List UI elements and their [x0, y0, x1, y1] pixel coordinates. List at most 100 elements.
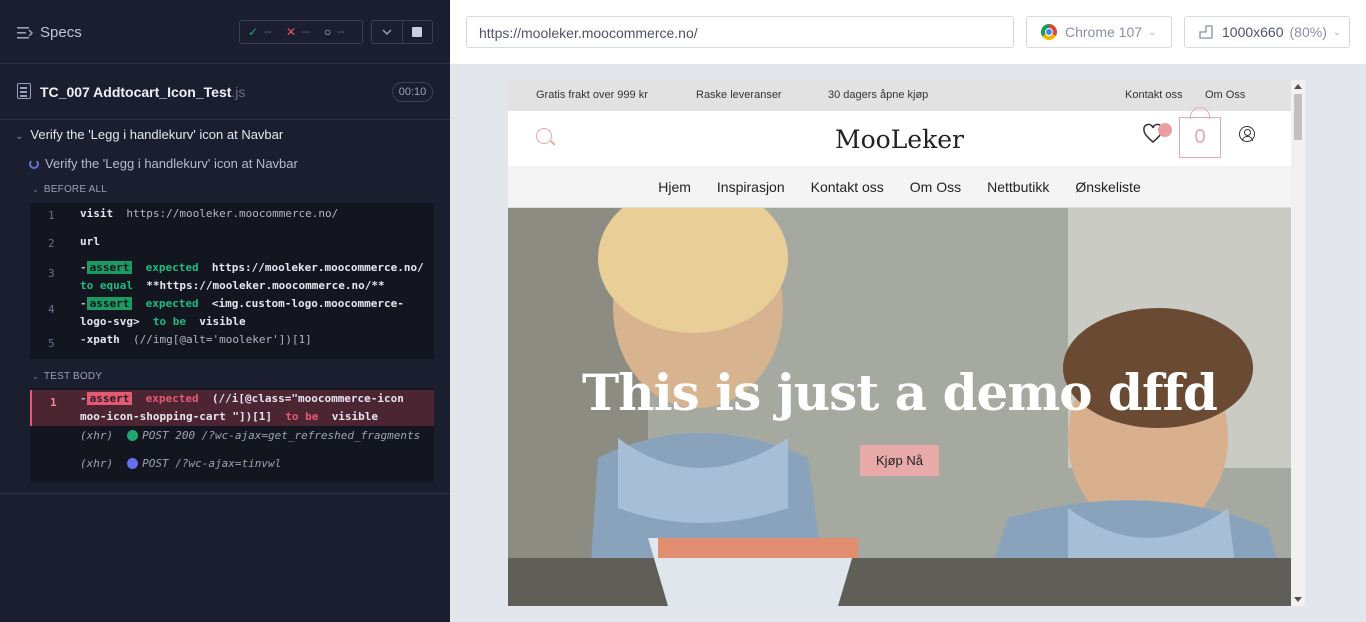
topbar-link-about[interactable]: Om Oss	[1205, 89, 1245, 101]
nav-item-about[interactable]: Om Oss	[910, 179, 961, 195]
hero-banner: This is just a demo dffd Kjøp Nå	[508, 208, 1291, 606]
passed-count: --	[264, 26, 272, 38]
frame-scrollbar[interactable]	[1291, 80, 1305, 606]
divider	[0, 119, 450, 120]
url-bar[interactable]: https://mooleker.moocommerce.no/	[466, 16, 1014, 48]
command-name: visit	[80, 207, 114, 220]
spec-file-name: TC_007 Addtocart_Icon_Test.js	[40, 84, 245, 100]
assert-value: logo-svg>	[80, 315, 140, 328]
user-icon[interactable]	[1239, 126, 1255, 142]
test-title-text: Verify the 'Legg i handlekurv' icon at N…	[45, 156, 298, 171]
assert-line-2: to equal **https://mooleker.moocommerce.…	[80, 279, 385, 292]
chevron-down-icon	[382, 29, 392, 35]
chevron-down-icon: ⌄	[1332, 26, 1342, 38]
topbar-link-contact[interactable]: Kontakt oss	[1125, 89, 1182, 101]
viewport-info[interactable]: 1000x660 (80%) ⌄	[1184, 16, 1350, 48]
site-topbar: Gratis frakt over 999 kr Raske leveranse…	[508, 80, 1291, 111]
stop-icon	[412, 27, 423, 37]
scroll-up-icon[interactable]	[1294, 84, 1302, 89]
assert-pill: assert	[86, 261, 133, 274]
pending-count: --	[337, 26, 345, 38]
before-all-hook[interactable]: ⌄ BEFORE ALL	[32, 184, 107, 195]
x-icon: ✕	[286, 25, 297, 39]
file-icon	[17, 83, 31, 99]
nav-item-contact[interactable]: Kontakt oss	[811, 179, 884, 195]
browser-selector[interactable]: Chrome 107 ⌄	[1026, 16, 1172, 48]
status-dot-icon	[127, 430, 139, 441]
chevron-down-icon: ⌄	[1148, 26, 1157, 38]
test-title[interactable]: Verify the 'Legg i handlekurv' icon at N…	[29, 156, 298, 171]
run-controls	[371, 20, 433, 44]
viewport-scale: (80%)	[1289, 24, 1327, 40]
xhr-text: POST 200 /?wc-ajax=get_refreshed_fragmen…	[142, 429, 421, 442]
command-row[interactable]: 4 - assert expected <img.custom-logo.mooc…	[30, 297, 434, 333]
line-number: 3	[48, 267, 55, 280]
test-body-hook[interactable]: ⌄ TEST BODY	[32, 371, 102, 382]
xhr-tag: (xhr)	[80, 429, 114, 442]
status-dot-icon	[127, 458, 139, 469]
failed-command-row[interactable]: 1 - assert expected (//i[@class="moocomme…	[30, 390, 434, 426]
line-number: 5	[48, 337, 55, 350]
xhr-text: POST /?wc-ajax=tinvwl	[142, 457, 282, 470]
test-stats: ✓ -- ✕ -- ○ --	[239, 20, 363, 44]
assert-keyword: expected	[145, 261, 199, 274]
running-spinner-icon	[29, 158, 39, 169]
command-arg: https://mooleker.moocommerce.no/	[126, 207, 339, 220]
site-header: MooLeker 0	[508, 107, 1291, 166]
topbar-returns: 30 dagers åpne kjøp	[828, 89, 929, 101]
nav-item-inspiration[interactable]: Inspirasjon	[717, 179, 785, 195]
viewport-size: 1000x660	[1222, 24, 1284, 40]
assert-keyword: expected	[145, 297, 199, 310]
assert-keyword: expected	[145, 392, 199, 405]
line-number: 4	[48, 303, 55, 316]
xhr-tag: (xhr)	[80, 457, 114, 470]
command-row[interactable]: 3 - assert expected https://mooleker.mooc…	[30, 261, 434, 297]
command-row[interactable]: 1 visit https://mooleker.moocommerce.no/	[30, 205, 434, 227]
specs-button-label[interactable]: Specs	[40, 24, 82, 41]
hero-title: This is just a demo dffd	[582, 363, 1218, 422]
pending-stat: ○ --	[316, 25, 354, 39]
stop-button[interactable]	[401, 21, 432, 43]
assert-pill: assert	[86, 392, 133, 405]
assert-tail: visible	[331, 410, 379, 423]
xhr-row[interactable]: (xhr) POST 200 /?wc-ajax=get_refreshed_f…	[80, 429, 420, 442]
hero-buy-button[interactable]: Kjøp Nå	[860, 445, 939, 476]
nav-item-home[interactable]: Hjem	[658, 179, 691, 195]
specs-list-icon[interactable]	[17, 26, 33, 40]
collapse-all-button[interactable]	[372, 21, 402, 43]
check-icon: ✓	[248, 25, 259, 39]
shopping-cart-button[interactable]: 0	[1179, 117, 1221, 158]
wishlist-badge	[1158, 123, 1172, 137]
assert-pill: assert	[86, 297, 133, 310]
divider	[0, 63, 450, 64]
nav-item-wishlist[interactable]: Ønskeliste	[1075, 179, 1140, 195]
command-text: visit https://mooleker.moocommerce.no/	[80, 207, 338, 220]
scrollbar-thumb[interactable]	[1294, 94, 1302, 140]
suite-title[interactable]: ⌄ Verify the 'Legg i handlekurv' icon at …	[15, 127, 283, 142]
nav-item-shop[interactable]: Nettbutikk	[987, 179, 1049, 195]
assert-tail: visible	[199, 315, 246, 328]
topbar-shipping: Gratis frakt over 999 kr	[536, 89, 648, 101]
chevron-down-icon: ⌄	[32, 372, 39, 381]
spec-file-ext: .js	[231, 84, 246, 100]
assert-value: <img.custom-logo.moocommerce-	[211, 297, 404, 310]
command-row[interactable]: 5 -xpath (//img[@alt='mooleker'])[1]	[30, 333, 434, 355]
website-frame: Gratis frakt over 999 kr Raske leveranse…	[508, 80, 1291, 606]
before-all-commands: 1 visit https://mooleker.moocommerce.no/…	[30, 203, 434, 359]
xhr-row[interactable]: (xhr) POST /?wc-ajax=tinvwl	[80, 457, 281, 470]
site-logo[interactable]: MooLeker	[508, 125, 1291, 154]
assert-keyword: to be	[152, 315, 186, 328]
duration-badge: 00:10	[392, 82, 433, 102]
failed-command: 1 - assert expected (//i[@class="moocomme…	[32, 390, 436, 426]
test-body-label: TEST BODY	[43, 371, 103, 382]
assert-keyword: to equal	[80, 279, 133, 292]
command-arg: (//img[@alt='mooleker'])[1]	[133, 333, 312, 346]
assert-keyword: to be	[285, 410, 319, 423]
assert-value: moo-icon-shopping-cart "])[1]	[80, 410, 273, 423]
ruler-icon	[1199, 25, 1213, 39]
command-row[interactable]: 2 url	[30, 233, 434, 255]
scroll-down-icon[interactable]	[1294, 597, 1302, 602]
assert-value: **https://mooleker.moocommerce.no/**	[146, 279, 385, 292]
chevron-down-icon: ⌄	[32, 185, 39, 194]
spec-file-base: TC_007 Addtocart_Icon_Test	[40, 84, 232, 100]
